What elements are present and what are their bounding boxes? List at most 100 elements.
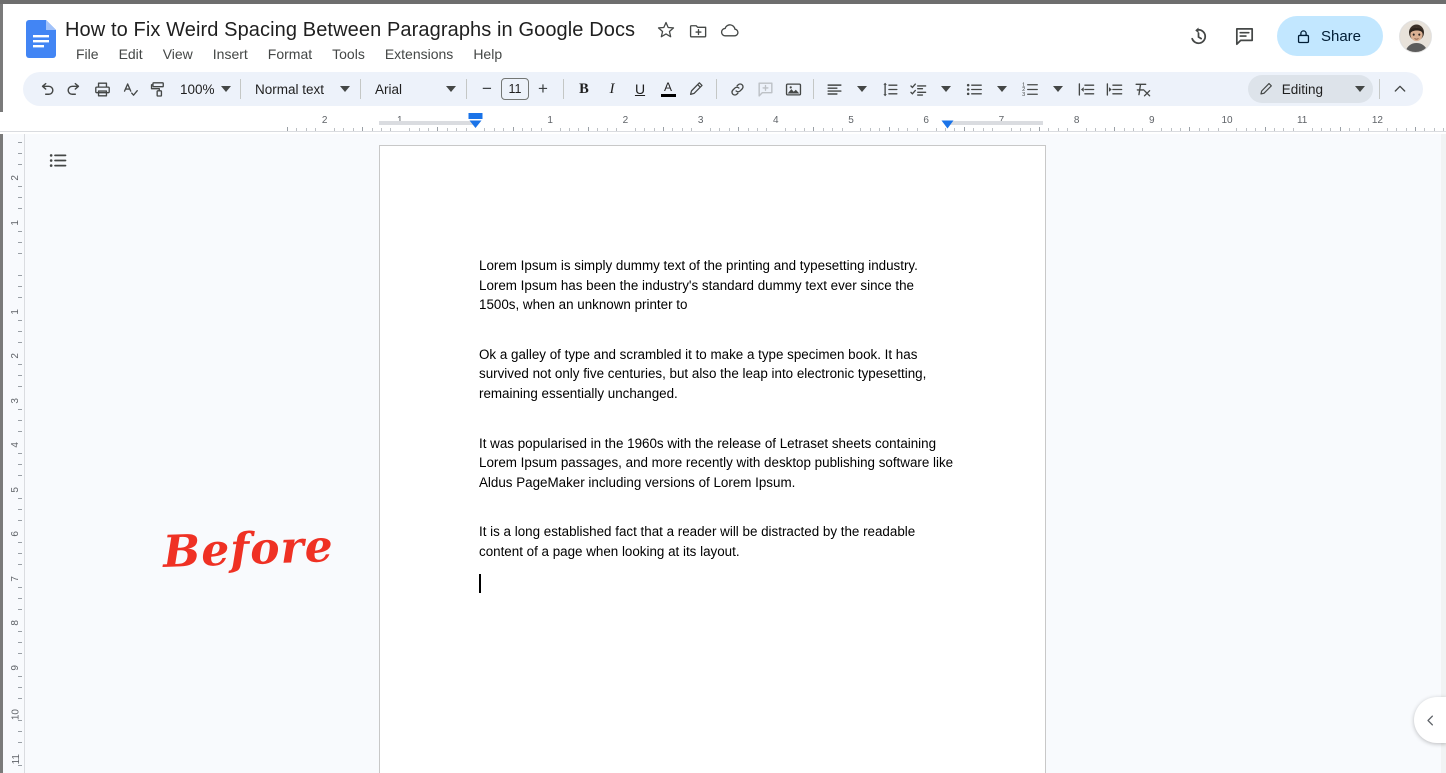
toolbar-divider [360,79,361,99]
menu-bar: File Edit View Insert Format Tools Exten… [66,44,512,64]
share-button[interactable]: Share [1276,16,1383,56]
ruler-label: 8 [10,620,22,626]
ruler-label: 2 [622,115,629,126]
undo-icon[interactable] [32,75,60,103]
chevron-down-icon [440,86,456,92]
ruler-label: 6 [10,531,22,537]
ruler-label: 1 [10,219,22,226]
font-family-selector[interactable]: Arial [367,75,460,103]
comment-history-icon[interactable] [1225,16,1265,56]
text-color-swatch [660,94,676,97]
print-icon[interactable] [88,75,116,103]
align-dropdown-caret[interactable] [848,75,876,103]
text-color-button[interactable]: A [654,75,682,103]
menu-item-edit[interactable]: Edit [109,44,153,64]
version-history-icon[interactable] [1179,16,1219,56]
svg-text:3: 3 [1022,92,1025,98]
header-actions: Share [1179,16,1432,56]
show-document-outline-icon[interactable] [45,147,71,173]
clear-formatting-icon[interactable] [1128,75,1156,103]
toolbar-divider [1379,79,1380,99]
align-left-icon[interactable] [820,75,848,103]
checklist-dropdown-caret[interactable] [932,75,960,103]
ruler-label: 7 [10,575,22,582]
ruler-label: 10 [1221,115,1233,126]
add-comment-icon[interactable] [751,75,779,103]
decrease-indent-icon[interactable] [1072,75,1100,103]
numbered-list-icon[interactable]: 1 2 3 [1016,75,1044,103]
zoom-selector[interactable]: 100% [172,75,234,103]
chevron-down-icon [215,86,231,92]
ruler-label: 3 [10,397,22,404]
ruler-label: 11 [10,753,22,764]
page-title[interactable]: How to Fix Weird Spacing Between Paragra… [65,19,635,42]
paragraph-2[interactable]: Ok a galley of type and scrambled it to … [479,345,954,404]
menu-item-view[interactable]: View [153,44,203,64]
numbered-list-dropdown-caret[interactable] [1044,75,1072,103]
vertical-ruler[interactable]: 2 1 1 2 3 4 5 6 7 8 9 10 11 [3,134,25,773]
paragraph-4[interactable]: It is a long established fact that a rea… [479,522,954,561]
underline-button[interactable]: U [626,75,654,103]
menu-item-help[interactable]: Help [463,44,512,64]
ruler-margin-bar [948,121,1043,125]
paragraph-style-selector[interactable]: Normal text [247,75,354,103]
google-docs-logo-icon [26,20,56,58]
italic-button[interactable]: I [598,75,626,103]
ruler-label: 4 [10,442,22,448]
ruler-label: 10 [10,709,22,721]
title-row: How to Fix Weird Spacing Between Paragra… [65,15,741,45]
font-size-input[interactable]: 11 [501,78,529,100]
increase-font-size-button[interactable]: + [529,75,557,103]
line-spacing-icon[interactable] [876,75,904,103]
document-body[interactable]: Lorem Ipsum is simply dummy text of the … [479,256,954,596]
chevron-down-icon [334,86,350,92]
paint-format-icon[interactable] [144,75,172,103]
move-to-folder-icon[interactable] [687,19,709,41]
menu-item-file[interactable]: File [66,44,109,64]
redo-icon[interactable] [60,75,88,103]
font-family-value: Arial [375,81,403,97]
spelling-grammar-check-icon[interactable] [116,75,144,103]
expand-side-panel-button[interactable] [1414,697,1446,743]
zoom-value: 100% [180,81,215,97]
cloud-saved-icon[interactable] [719,19,741,41]
text-cursor [479,573,954,596]
chevron-up-icon[interactable] [1386,75,1414,103]
ruler-label: 11 [1296,115,1308,126]
formatting-toolbar: 100% Normal text Arial − 11 + B I U A 1 … [23,72,1423,106]
insert-link-icon[interactable] [723,75,751,103]
right-indent-marker[interactable] [941,120,954,129]
ruler-label: 6 [923,115,929,126]
paragraph-1[interactable]: Lorem Ipsum is simply dummy text of the … [479,256,954,315]
menu-item-insert[interactable]: Insert [203,44,258,64]
increase-indent-icon[interactable] [1100,75,1128,103]
bulleted-list-icon[interactable] [960,75,988,103]
share-label: Share [1320,27,1361,45]
checklist-icon[interactable] [904,75,932,103]
decrease-font-size-button[interactable]: − [473,75,501,103]
document-page[interactable]: Lorem Ipsum is simply dummy text of the … [379,145,1046,773]
toolbar-divider [563,79,564,99]
menu-item-format[interactable]: Format [258,44,322,64]
avatar[interactable] [1399,19,1432,53]
star-icon[interactable] [655,19,677,41]
bold-button[interactable]: B [570,75,598,103]
insert-image-icon[interactable] [779,75,807,103]
ruler-label: 2 [321,115,328,126]
highlight-pen-icon[interactable] [682,75,710,103]
bulleted-list-dropdown-caret[interactable] [988,75,1016,103]
chevron-left-icon [1423,713,1438,728]
horizontal-ruler[interactable]: 21123456789101112 [0,112,1446,134]
chevron-down-icon [1355,86,1365,92]
document-canvas: 2 1 1 2 3 4 5 6 7 8 9 10 11 Before Lorem Ipsum is si… [3,134,1446,773]
menu-item-tools[interactable]: Tools [322,44,375,64]
editing-mode-selector[interactable]: Editing [1247,75,1373,103]
vertical-ruler-divider [24,134,25,773]
toolbar-divider [240,79,241,99]
menu-item-extensions[interactable]: Extensions [375,44,463,64]
paragraph-3[interactable]: It was popularised in the 1960s with the… [479,434,954,493]
app-header: How to Fix Weird Spacing Between Paragra… [3,4,1446,68]
right-edge-strip [1441,134,1446,773]
left-indent-marker[interactable] [468,113,483,129]
toolbar-divider [716,79,717,99]
